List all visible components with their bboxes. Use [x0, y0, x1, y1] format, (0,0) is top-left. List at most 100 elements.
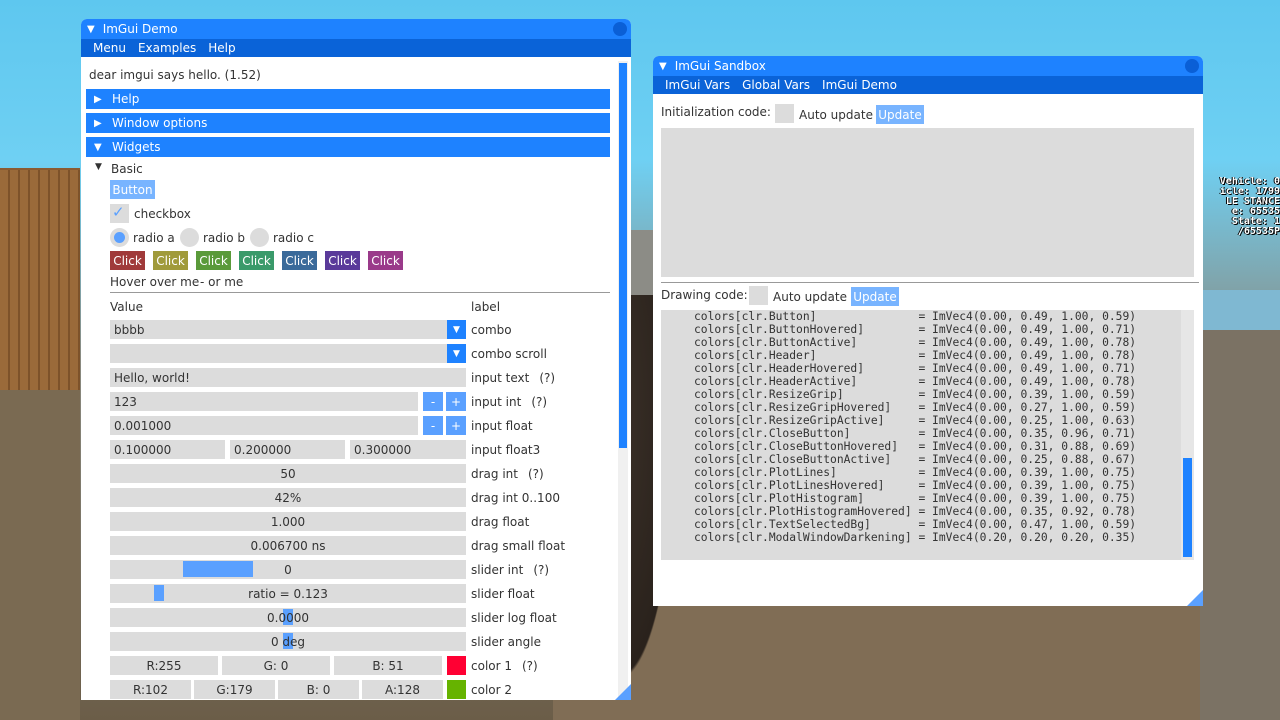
header-window-options[interactable]: ▶ Window options — [86, 113, 610, 133]
slider-grab[interactable] — [183, 561, 253, 577]
slider-log-float[interactable]: 0.0000 — [110, 608, 466, 627]
tree-arrow-icon[interactable]: ▼ — [95, 162, 102, 172]
click-button-6[interactable]: Click — [325, 251, 360, 270]
menu-item-imgui-demo[interactable]: ImGui Demo — [816, 78, 903, 92]
menu-item-help[interactable]: Help — [202, 41, 241, 55]
click-button-5[interactable]: Click — [282, 251, 317, 270]
draw-auto-update-checkbox[interactable] — [749, 286, 768, 305]
input-int-field[interactable]: 123 — [110, 392, 418, 411]
resize-grip-icon[interactable] — [1187, 590, 1203, 606]
radio-a[interactable] — [110, 228, 129, 247]
slider-float[interactable]: ratio = 0.123 — [110, 584, 466, 603]
color1-b[interactable]: B: 51 — [334, 656, 442, 675]
resize-grip-icon[interactable] — [615, 684, 631, 700]
demo-scrollbar[interactable] — [618, 61, 628, 700]
color1-r[interactable]: R:255 — [110, 656, 218, 675]
chevron-down-icon[interactable]: ▼ — [447, 320, 466, 339]
hover-text[interactable]: Hover over me — [110, 275, 199, 289]
help-marker[interactable]: (?) — [528, 467, 544, 481]
imgui-sandbox-window: ▼ ImGui Sandbox ImGui Vars Global Vars I… — [653, 56, 1203, 606]
code-scrollbar[interactable] — [1181, 310, 1194, 560]
menu-item-global-vars[interactable]: Global Vars — [736, 78, 816, 92]
decrement-button[interactable]: - — [423, 416, 443, 435]
radio-a-label: radio a — [133, 231, 175, 245]
header-help[interactable]: ▶ Help — [86, 89, 610, 109]
game-hud-debug: Vehicle: 0 icle: 1799 LE STANCE e: 65535… — [1203, 177, 1280, 237]
sandbox-titlebar[interactable]: ▼ ImGui Sandbox — [653, 56, 1203, 76]
color1-g[interactable]: G: 0 — [222, 656, 330, 675]
checkbox-label: checkbox — [134, 207, 191, 221]
init-auto-update-checkbox[interactable] — [775, 104, 794, 123]
input-float3-z[interactable]: 0.300000 — [350, 440, 466, 459]
color2-b[interactable]: B: 0 — [278, 680, 359, 699]
input-float-label: input float — [471, 419, 533, 433]
background-shed — [0, 170, 80, 395]
init-code-editor[interactable] — [661, 128, 1194, 277]
drag-small-float-field[interactable]: 0.006700 ns — [110, 536, 466, 555]
draw-code-editor[interactable]: colors[clr.Button] = ImVec4(0.00, 0.49, … — [661, 310, 1194, 560]
radio-c[interactable] — [250, 228, 269, 247]
drag-float-field[interactable]: 1.000 — [110, 512, 466, 531]
increment-button[interactable]: + — [446, 416, 466, 435]
draw-auto-update-label: Auto update — [773, 290, 847, 304]
decrement-button[interactable]: - — [423, 392, 443, 411]
color2-r[interactable]: R:102 — [110, 680, 191, 699]
click-button-7[interactable]: Click — [368, 251, 403, 270]
close-icon[interactable] — [1185, 59, 1199, 73]
drag-int-field[interactable]: 50 — [110, 464, 466, 483]
draw-code-text[interactable]: colors[clr.Button] = ImVec4(0.00, 0.49, … — [694, 310, 1136, 544]
tree-node-basic[interactable]: Basic — [111, 162, 143, 176]
code-line: colors[clr.CloseButtonHovered] = ImVec4(… — [694, 440, 1137, 453]
color2-a[interactable]: A:128 — [362, 680, 443, 699]
separator — [110, 292, 610, 293]
collapse-triangle-icon[interactable]: ▼ — [87, 24, 95, 35]
demo-content: dear imgui says hello. (1.52) ▶ Help ▶ W… — [81, 57, 631, 700]
menu-item-menu[interactable]: Menu — [87, 41, 132, 55]
slider-angle-value: 0 deg — [270, 634, 306, 649]
init-update-button[interactable]: Update — [876, 105, 924, 124]
chevron-down-icon[interactable]: ▼ — [447, 344, 466, 363]
code-line: colors[clr.HeaderActive] = ImVec4(0.00, … — [694, 375, 1137, 388]
color2-g[interactable]: G:179 — [194, 680, 275, 699]
header-widgets[interactable]: ▼ Widgets — [86, 137, 610, 157]
help-marker[interactable]: (?) — [533, 563, 549, 577]
column-label-header: label — [471, 300, 501, 314]
slider-grab[interactable] — [154, 585, 164, 601]
drag-int-range-field[interactable]: 42% — [110, 488, 466, 507]
button-button[interactable]: Button — [110, 180, 155, 199]
slider-angle[interactable]: 0 deg — [110, 632, 466, 651]
checkbox-box[interactable]: ✓ — [110, 203, 129, 223]
help-marker[interactable]: (?) — [522, 659, 538, 673]
color1-swatch[interactable] — [447, 656, 466, 675]
input-text-field[interactable]: Hello, world! — [110, 368, 466, 387]
click-button-1[interactable]: Click — [110, 251, 145, 270]
click-button-4[interactable]: Click — [239, 251, 274, 270]
help-marker[interactable]: (?) — [539, 371, 555, 385]
draw-update-button[interactable]: Update — [851, 287, 899, 306]
hover-text-2[interactable]: - or me — [200, 275, 243, 289]
close-icon[interactable] — [613, 22, 627, 36]
expand-triangle-icon: ▶ — [94, 93, 102, 105]
init-code-label: Initialization code: — [661, 105, 771, 119]
combo-scroll-select[interactable]: ▼ — [110, 344, 466, 363]
collapse-triangle-icon[interactable]: ▼ — [659, 61, 667, 72]
click-button-2[interactable]: Click — [153, 251, 188, 270]
input-float3-y[interactable]: 0.200000 — [230, 440, 345, 459]
demo-scrollbar-thumb[interactable] — [619, 63, 627, 448]
menu-item-examples[interactable]: Examples — [132, 41, 202, 55]
background-building — [1200, 290, 1280, 380]
combo-select[interactable]: bbbb ▼ — [110, 320, 466, 339]
help-marker[interactable]: (?) — [531, 395, 547, 409]
menu-item-imgui-vars[interactable]: ImGui Vars — [659, 78, 736, 92]
radio-b[interactable] — [180, 228, 199, 247]
demo-titlebar[interactable]: ▼ ImGui Demo — [81, 19, 631, 39]
input-float3-x[interactable]: 0.100000 — [110, 440, 225, 459]
input-float-field[interactable]: 0.001000 — [110, 416, 418, 435]
click-button-3[interactable]: Click — [196, 251, 231, 270]
slider-int[interactable]: 0 — [110, 560, 466, 579]
color2-swatch[interactable] — [447, 680, 466, 699]
code-scrollbar-thumb[interactable] — [1183, 458, 1192, 557]
increment-button[interactable]: + — [446, 392, 466, 411]
radio-b-label: radio b — [203, 231, 246, 245]
slider-log-float-label: slider log float — [471, 611, 557, 625]
